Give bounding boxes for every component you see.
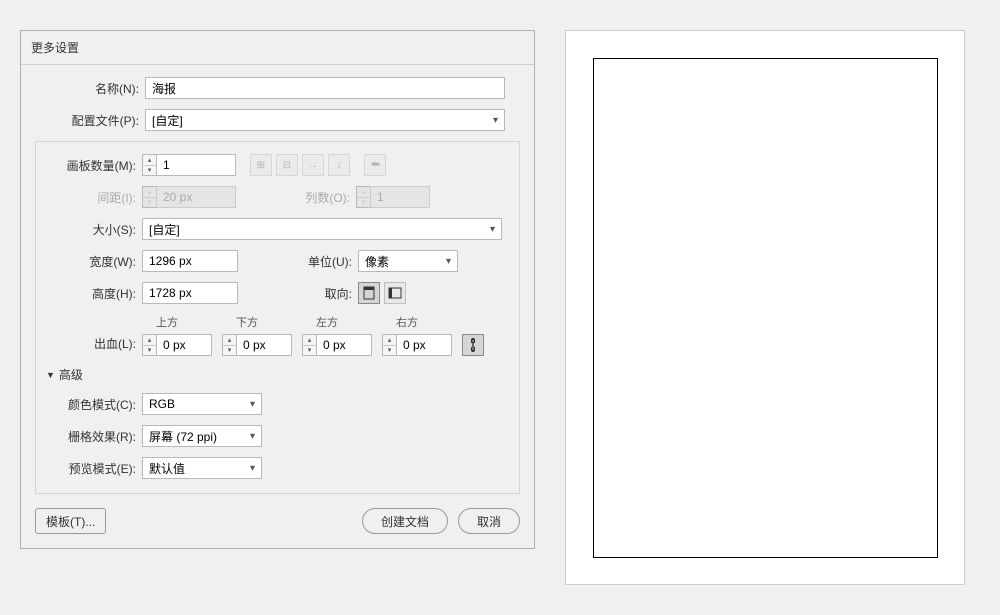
width-label: 宽度(W): <box>46 253 142 270</box>
grid-by-col-icon: ⊟ <box>276 154 298 176</box>
chevron-down-icon: ▾ <box>490 224 495 235</box>
units-value: 像素 <box>365 253 389 270</box>
bleed-right-label: 右方 <box>382 314 452 330</box>
chevron-down-icon: ▾ <box>250 431 255 442</box>
height-input[interactable] <box>142 282 238 304</box>
artboard-count-spinner[interactable]: ▴▾ <box>142 154 236 176</box>
raster-select[interactable]: 屏幕 (72 ppi) ▾ <box>142 425 262 447</box>
dialog-title: 更多设置 <box>21 31 534 65</box>
preview-mode-label: 预览模式(E): <box>46 460 142 477</box>
arrange-right-icon: → <box>302 154 324 176</box>
triangle-down-icon: ▼ <box>46 370 55 380</box>
profile-value: [自定] <box>152 112 183 129</box>
color-mode-label: 颜色模式(C): <box>46 396 142 413</box>
cancel-button[interactable]: 取消 <box>458 508 520 534</box>
bleed-top-label: 上方 <box>142 314 212 330</box>
bleed-right-spinner[interactable]: ▴▾ <box>382 334 452 356</box>
artboard-preview <box>593 58 938 558</box>
color-mode-value: RGB <box>149 397 175 411</box>
bleed-bottom-label: 下方 <box>222 314 292 330</box>
chevron-down-icon: ▾ <box>250 463 255 474</box>
chevron-down-icon: ▾ <box>493 115 498 126</box>
size-value: [自定] <box>149 221 180 238</box>
template-button[interactable]: 模板(T)... <box>35 508 106 534</box>
bleed-left-label: 左方 <box>302 314 372 330</box>
units-label: 单位(U): <box>238 253 358 270</box>
arrange-down-icon: ↓ <box>328 154 350 176</box>
advanced-section-toggle[interactable]: ▼ 高级 <box>46 366 509 383</box>
chevron-down-icon: ▾ <box>250 399 255 410</box>
profile-select[interactable]: [自定] ▾ <box>145 109 505 131</box>
create-document-button[interactable]: 创建文档 <box>362 508 448 534</box>
width-input[interactable] <box>142 250 238 272</box>
portrait-icon[interactable] <box>358 282 380 304</box>
color-mode-select[interactable]: RGB ▾ <box>142 393 262 415</box>
spacing-spinner: ▴▾ <box>142 186 236 208</box>
size-label: 大小(S): <box>46 221 142 238</box>
preview-mode-select[interactable]: 默认值 ▾ <box>142 457 262 479</box>
more-settings-dialog: 更多设置 名称(N): 配置文件(P): [自定] ▾ 画板数量(M): <box>20 30 535 549</box>
bleed-left-spinner[interactable]: ▴▾ <box>302 334 372 356</box>
grid-by-row-icon: ⊞ <box>250 154 272 176</box>
document-preview <box>565 30 965 585</box>
units-select[interactable]: 像素 ▾ <box>358 250 458 272</box>
size-select[interactable]: [自定] ▾ <box>142 218 502 240</box>
name-input[interactable] <box>145 77 505 99</box>
bleed-bottom-spinner[interactable]: ▴▾ <box>222 334 292 356</box>
raster-value: 屏幕 (72 ppi) <box>149 428 217 445</box>
chevron-down-icon: ▾ <box>446 256 451 267</box>
landscape-icon[interactable] <box>384 282 406 304</box>
height-label: 高度(H): <box>46 285 142 302</box>
spacing-label: 间距(I): <box>46 189 142 206</box>
link-icon[interactable] <box>462 334 484 356</box>
bleed-top-spinner[interactable]: ▴▾ <box>142 334 212 356</box>
name-label: 名称(N): <box>35 80 145 97</box>
raster-label: 栅格效果(R): <box>46 428 142 445</box>
rtl-layout-icon: ⮪ <box>364 154 386 176</box>
columns-spinner: ▴▾ <box>356 186 430 208</box>
profile-label: 配置文件(P): <box>35 112 145 129</box>
artboards-label: 画板数量(M): <box>46 157 142 174</box>
columns-label: 列数(O): <box>236 189 356 206</box>
bleed-label: 出血(L): <box>46 335 142 356</box>
orientation-label: 取向: <box>238 285 358 302</box>
preview-mode-value: 默认值 <box>149 460 185 477</box>
